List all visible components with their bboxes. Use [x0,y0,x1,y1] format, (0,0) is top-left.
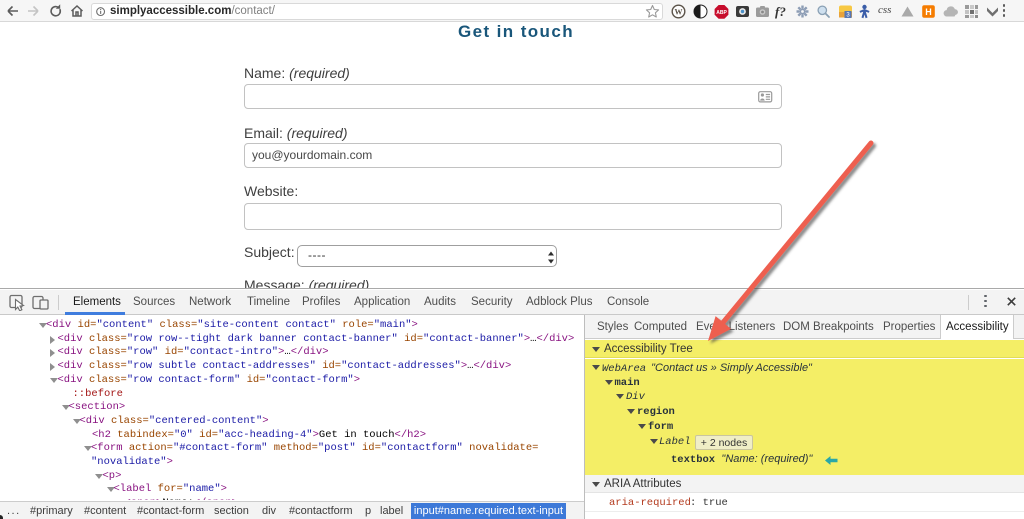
svg-text:ABP: ABP [716,10,727,16]
svg-text:W: W [675,8,683,17]
svg-text:H: H [925,7,932,17]
